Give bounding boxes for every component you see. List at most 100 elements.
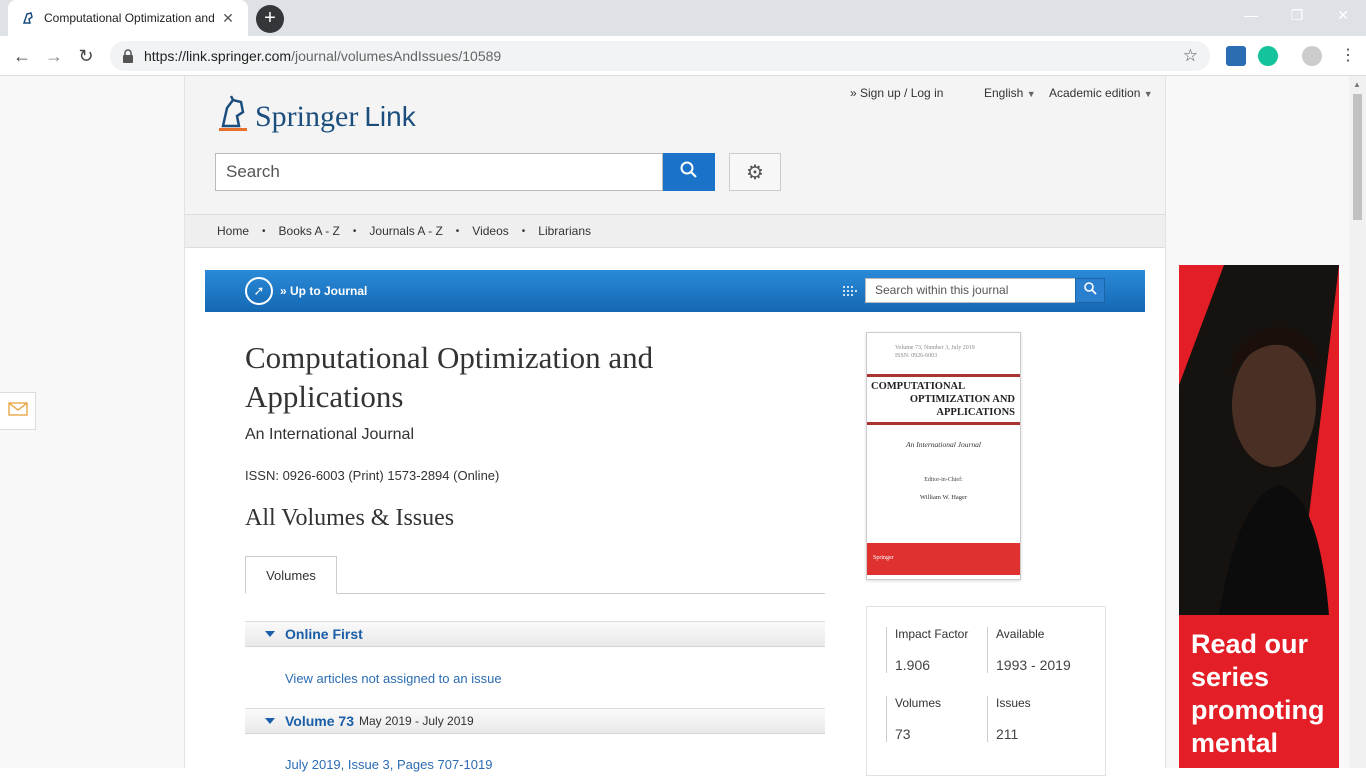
edition-label: Academic edition [1049,86,1141,100]
lock-icon [122,49,136,63]
nav-separator: • [352,225,357,237]
browser-menu-icon[interactable]: ⋮ [1336,44,1360,68]
journal-title: Computational Optimization and Applicati… [245,340,654,414]
stat-issues: Issues 211 [987,696,1031,742]
edition-select[interactable]: Academic edition ▼ [1049,86,1153,100]
address-bar: ← → ↻ https://link.springer.com/journal/… [0,36,1366,76]
nav-separator: • [262,225,266,237]
cover-subtitle: An International Journal [906,440,981,449]
back-icon[interactable]: ← [10,44,34,68]
cover-title-line3: APPLICATIONS [936,407,1015,418]
grip-icon [841,282,859,300]
url-field[interactable]: https://link.springer.com/journal/volume… [110,41,1210,71]
logo-link-text: Link [364,100,416,132]
mail-icon [7,401,28,421]
volume-label: Volume 73 [285,713,354,729]
restore-icon[interactable]: ❐ [1274,0,1320,30]
language-select[interactable]: English ▼ [984,86,1036,100]
search-icon [680,161,698,184]
stat-label: Available [996,627,1045,641]
cover-title-line2: OPTIMIZATION AND [909,394,1015,405]
profile-avatar-icon[interactable] [1302,46,1322,66]
tab-close-icon[interactable]: ✕ [220,10,236,26]
online-first-link[interactable]: View articles not assigned to an issue [285,671,502,686]
stat-value: 1993 - 2019 [996,657,1071,673]
tab-volumes[interactable]: Volumes [245,556,337,594]
logo-springer-text: Springer [255,99,359,133]
springer-link-logo[interactable]: Springer Link [215,94,416,139]
stat-available: Available 1993 - 2019 [987,627,1071,673]
caret-down-icon [265,631,275,637]
ad-photo-graphic [1179,265,1339,615]
bookmark-star-icon[interactable]: ☆ [1183,46,1198,66]
cover-publisher: Springer [873,555,894,561]
online-first-label: Online First [285,626,363,642]
feedback-mail-tab[interactable] [0,392,36,430]
chevron-down-icon: ▼ [1143,89,1153,99]
language-label: English [984,86,1024,100]
search-settings-button[interactable]: ⚙ [729,153,781,191]
chevron-down-icon: ▼ [1026,89,1036,99]
nav-books-a-z[interactable]: Books A - Z [279,224,340,238]
nav-videos[interactable]: Videos [472,224,508,238]
journal-search-button[interactable] [1075,278,1105,303]
site-header: Springer Link » Sign up / Log in English… [185,76,1165,214]
up-to-journal-link[interactable]: » Up to Journal [280,284,367,298]
cover-rule [867,374,1020,377]
cover-eic-label: Editor-in-Chief: [924,477,963,483]
journal-toolbar: ➚ » Up to Journal Search within this jou… [205,270,1145,312]
nav-librarians[interactable]: Librarians [538,224,591,238]
stat-label: Issues [996,696,1031,710]
minimize-icon[interactable]: — [1228,0,1274,30]
cover-title: COMPUTATIONAL OPTIMIZATION AND APPLICATI… [871,380,1015,419]
cover-volume-info: Volume 73, Number 3, July 2019 ISSN: 0926… [895,344,975,360]
stat-label: Impact Factor [895,627,969,641]
scroll-up-icon[interactable]: ▲ [1353,80,1361,89]
browser-titlebar: Computational Optimization and Applicati… [0,0,1366,36]
site-search-button[interactable] [663,153,715,191]
page-scrollbar[interactable]: ▲ [1349,76,1366,768]
issue-link[interactable]: July 2019, Issue 3, Pages 707-1019 [285,757,492,772]
reload-icon[interactable]: ↻ [74,44,98,68]
site-nav: Home • Books A - Z • Journals A - Z • Vi… [185,214,1165,248]
journal-search-input[interactable]: Search within this journal [865,278,1077,303]
scrollbar-thumb[interactable] [1353,94,1362,220]
nav-journals-a-z[interactable]: Journals A - Z [369,224,442,238]
springer-horse-icon [215,94,249,139]
url-path: /journal/volumesAndIssues/10589 [291,48,502,64]
page: Springer Link » Sign up / Log in English… [0,76,1366,776]
signup-link[interactable]: » Sign up / Log in [850,86,943,100]
forward-icon[interactable]: → [42,44,66,68]
ad-text: Read our series promoting mental [1191,629,1325,758]
stat-label: Volumes [895,696,942,710]
cover-vol-line2: ISSN: 0926-6003 [895,353,938,359]
nav-separator: • [521,225,526,237]
advertisement-banner[interactable]: Read our series promoting mental [1179,265,1339,768]
extension-icon[interactable] [1226,46,1246,66]
url-host: https://link.springer.com [144,48,292,64]
grammarly-icon[interactable] [1258,46,1278,66]
cover-editor: William W. Hager [919,494,968,501]
nav-home[interactable]: Home [217,224,249,238]
volume-73-header[interactable]: Volume 73 May 2019 - July 2019 [245,708,825,734]
close-window-icon[interactable]: ✕ [1320,0,1366,30]
site-search-input[interactable]: Search [215,153,663,191]
caret-down-icon [265,718,275,724]
gear-icon: ⚙ [746,161,764,184]
journal-issn: ISSN: 0926-6003 (Print) 1573-2894 (Onlin… [245,468,500,483]
stat-value: 1.906 [895,657,931,673]
journal-subtitle: An International Journal [245,426,414,443]
journal-cover-image[interactable]: Volume 73, Number 3, July 2019 ISSN: 0926… [866,332,1021,580]
new-tab-button[interactable]: + [256,5,284,33]
compass-icon: ➚ [245,277,273,305]
springer-favicon-icon [20,10,36,26]
stat-value: 211 [996,726,1019,742]
cover-vol-line1: Volume 73, Number 3, July 2019 [895,345,975,351]
browser-tab[interactable]: Computational Optimization and Applicati… [8,0,248,36]
search-icon [1083,281,1097,300]
journal-stats: Impact Factor 1.906 Available 1993 - 201… [866,606,1106,776]
volume-dates: May 2019 - July 2019 [359,714,474,728]
stat-value: 73 [895,726,911,742]
stat-volumes: Volumes 73 [886,696,941,742]
online-first-header[interactable]: Online First [245,621,825,647]
